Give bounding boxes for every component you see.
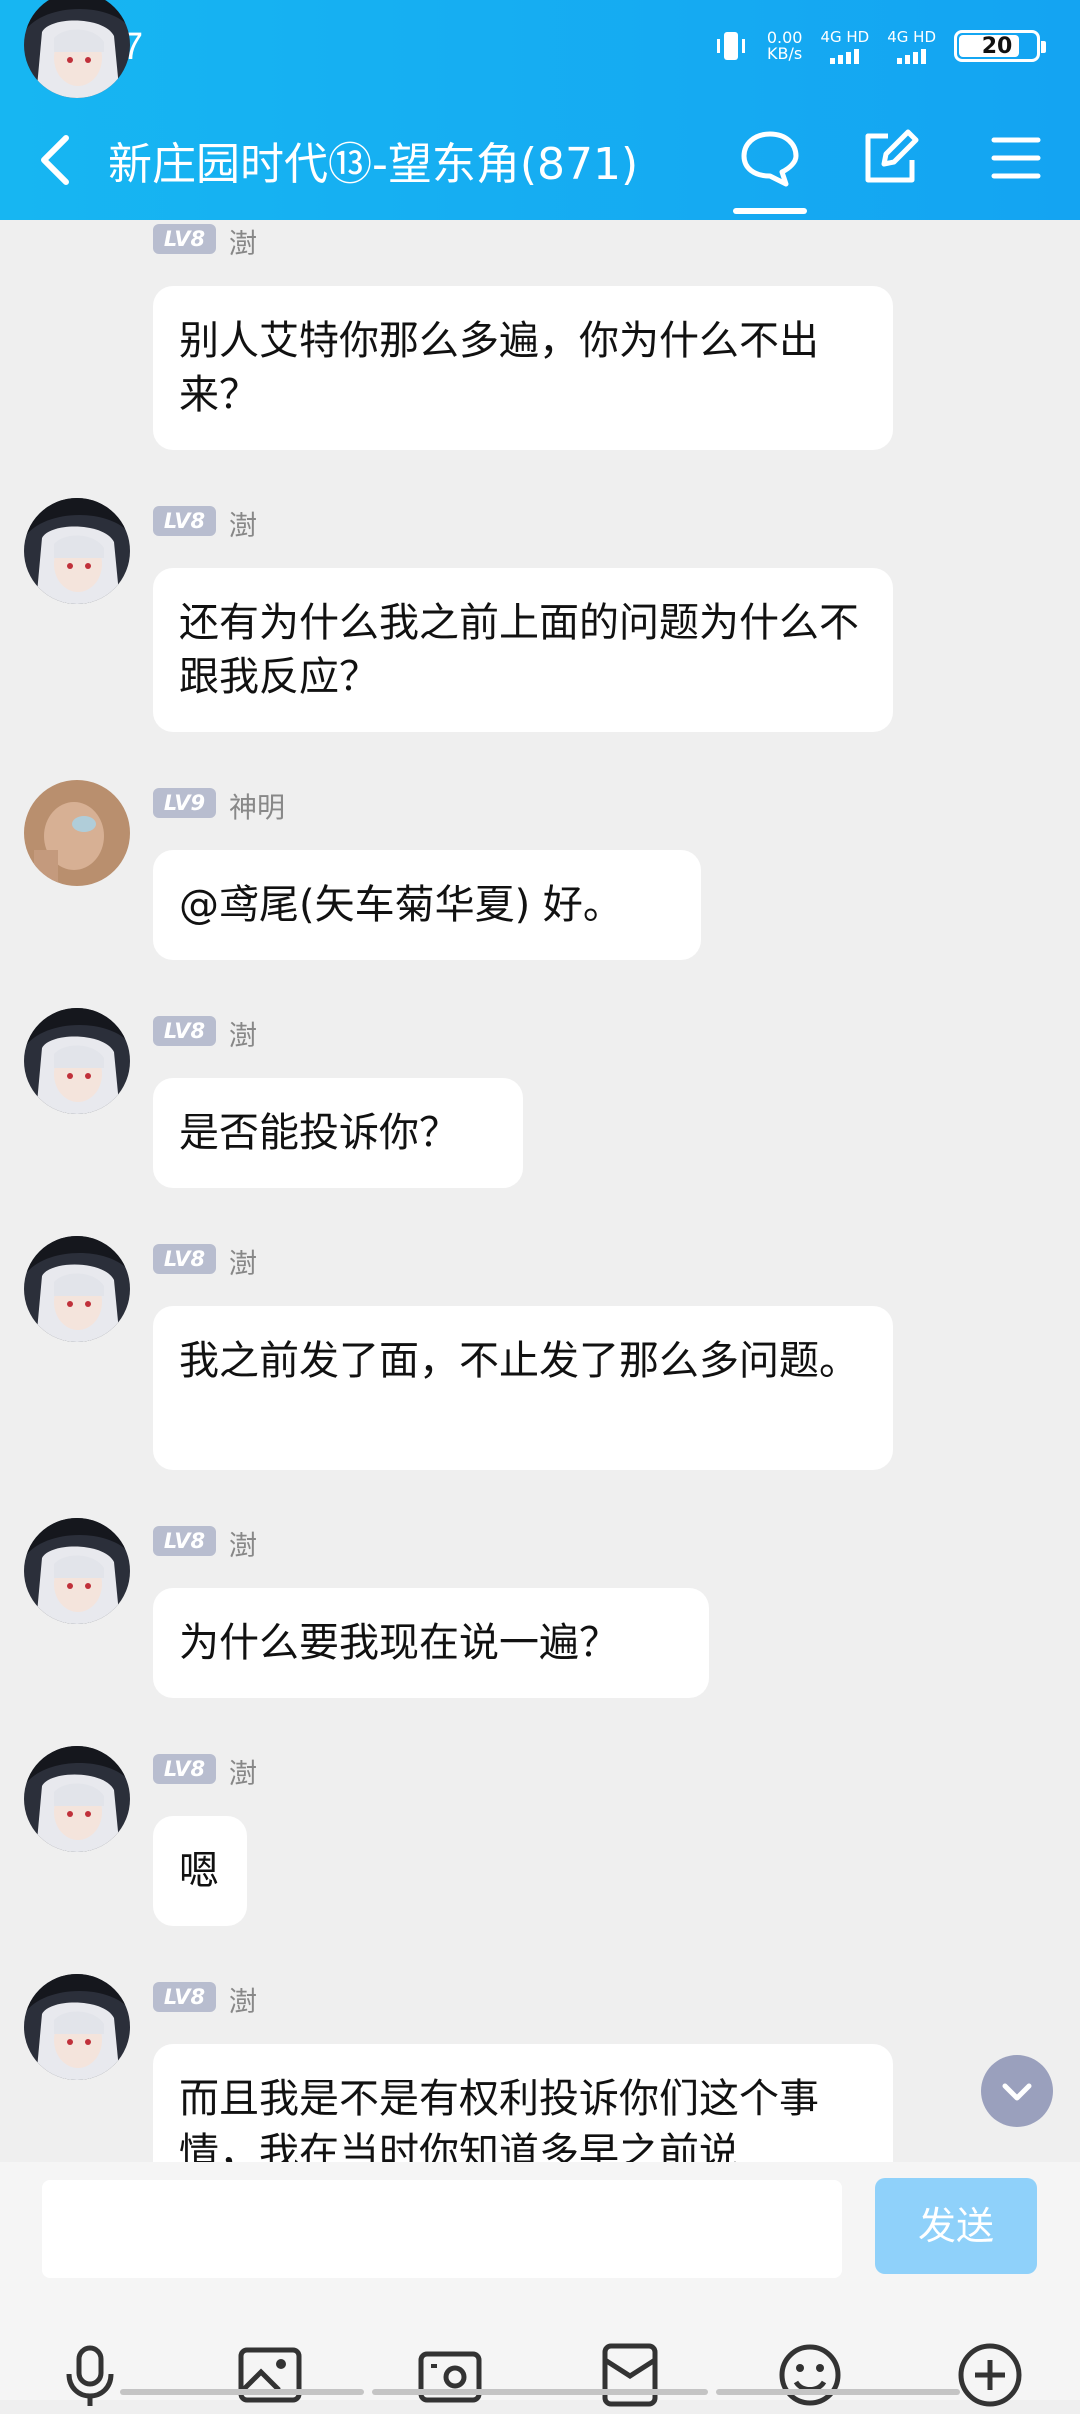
avatar[interactable] [24, 1008, 130, 1114]
vibrate-icon [716, 32, 745, 60]
message-bubble[interactable]: 别人艾特你那么多遍，你为什么不出来？ [153, 286, 893, 450]
active-tab-indicator [733, 208, 807, 214]
scroll-down-button[interactable] [981, 2055, 1053, 2127]
signal-1-icon: 4G HD [820, 28, 869, 64]
message-bubble[interactable]: 为什么要我现在说一遍？ [153, 1588, 709, 1698]
edit-icon[interactable] [858, 126, 922, 190]
home-indicator [372, 2389, 708, 2395]
message-bubble[interactable]: @鸢尾(矢车菊华夏) 好。 [153, 850, 701, 960]
avatar[interactable] [24, 1236, 130, 1342]
chat-bubble-icon[interactable] [738, 126, 802, 190]
level-badge: LV8 [153, 1244, 216, 1274]
message-bubble[interactable]: 我之前发了面，不止发了那么多问题。 [153, 1306, 893, 1470]
chat-title: 新庄园时代⑬-望东角(871) [108, 139, 639, 190]
send-button[interactable]: 发送 [875, 2178, 1037, 2274]
app-header: 04:27 0.00 KB/s 4G HD 4G HD 20 新庄园时代⑬-望东… [0, 0, 1080, 220]
sender-name[interactable]: 澍 [229, 222, 257, 262]
status-icons: 0.00 KB/s 4G HD 4G HD 20 [713, 28, 1046, 64]
avatar[interactable] [24, 1518, 130, 1624]
avatar[interactable] [24, 780, 130, 886]
input-bar: 发送 [0, 2162, 1080, 2407]
avatar[interactable] [24, 498, 130, 604]
network-speed: 0.00 KB/s [766, 28, 803, 63]
message-bubble[interactable]: 还有为什么我之前上面的问题为什么不跟我反应？ [153, 568, 893, 732]
message-input[interactable] [42, 2180, 842, 2278]
back-arrow-icon[interactable] [30, 130, 90, 190]
sender-name[interactable]: 澍 [229, 504, 257, 544]
sender-name[interactable]: 澍 [229, 1524, 257, 1564]
level-badge: LV8 [153, 1016, 216, 1046]
menu-icon[interactable] [984, 126, 1048, 190]
signal-2-icon: 4G HD [887, 28, 936, 64]
sender-name[interactable]: 澍 [229, 1752, 257, 1792]
level-badge: LV8 [153, 1754, 216, 1784]
avatar[interactable] [24, 1746, 130, 1852]
sender-name[interactable]: 澍 [229, 1242, 257, 1282]
level-badge: LV8 [153, 1982, 216, 2012]
sender-name[interactable]: 澍 [229, 1014, 257, 1054]
sender-name[interactable]: 神明 [229, 786, 285, 826]
level-badge: LV9 [153, 788, 216, 818]
home-indicator [716, 2389, 960, 2395]
home-indicator [120, 2389, 364, 2395]
sender-name[interactable]: 澍 [229, 1980, 257, 2020]
message-bubble[interactable]: 是否能投诉你？ [153, 1078, 523, 1188]
level-badge: LV8 [153, 506, 216, 536]
avatar[interactable] [24, 1974, 130, 2080]
message-bubble[interactable]: 而且我是不是有权利投诉你们这个事情，我在当时你知道多早之前说 [153, 2044, 893, 2162]
level-badge: LV8 [153, 1526, 216, 1556]
level-badge: LV8 [153, 224, 216, 254]
battery-icon: 20 [954, 30, 1046, 62]
chevron-down-icon [1002, 2083, 1032, 2101]
message-bubble[interactable]: 嗯 [153, 1816, 247, 1926]
